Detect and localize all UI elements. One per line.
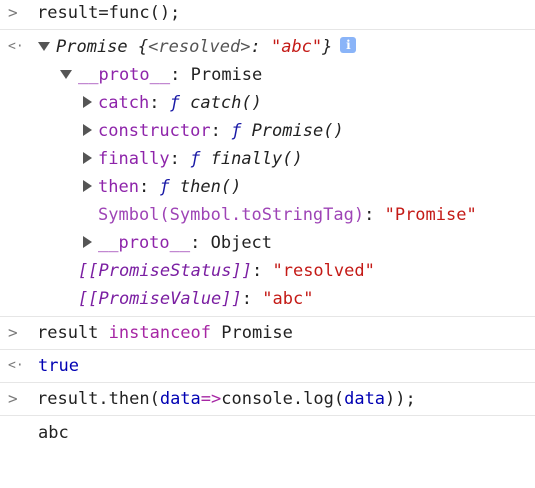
property-value: then() [169, 177, 242, 197]
property-value: Promise [190, 65, 263, 85]
input-code: result=func(); [37, 3, 181, 23]
info-icon[interactable]: i [340, 37, 357, 53]
function-icon: ƒ [169, 93, 180, 113]
collapse-triangle-icon[interactable] [83, 124, 92, 136]
log-output: abc [38, 423, 69, 443]
property-value: "resolved" [272, 261, 375, 281]
function-icon: ƒ [159, 177, 170, 197]
result-value: true [38, 356, 79, 376]
property-value: catch() [179, 93, 262, 113]
expand-triangle-icon[interactable] [38, 41, 50, 51]
input-prompt-icon: > [8, 389, 18, 408]
param: data [344, 389, 386, 409]
separator [0, 316, 535, 317]
property-key: __proto__ [98, 233, 191, 253]
output-prompt-icon: <· [8, 358, 24, 373]
input-prompt-icon: > [8, 3, 18, 22]
input-code: result.then(data=>console.log(data)); [37, 389, 416, 409]
property-key: [[PromiseStatus]] [78, 261, 252, 281]
collapse-triangle-icon[interactable] [83, 180, 92, 192]
property-value: Promise() [241, 121, 344, 141]
property-key: [[PromiseValue]] [78, 289, 242, 309]
arrow-operator: => [200, 389, 222, 409]
promise-state: <resolved> [148, 37, 251, 57]
separator [0, 415, 535, 416]
separator [0, 382, 535, 383]
expand-triangle-icon[interactable] [60, 69, 72, 79]
keyword: instanceof [108, 323, 212, 343]
function-icon: ƒ [190, 149, 201, 169]
property-value: finally() [200, 149, 303, 169]
function-icon: ƒ [231, 121, 242, 141]
property-key: finally [98, 149, 170, 169]
property-key: constructor [98, 121, 211, 141]
output-prompt-icon: <· [8, 39, 24, 54]
promise-label: Promise { [56, 37, 149, 57]
separator [0, 29, 535, 30]
input-code: result instanceof Promise [37, 323, 293, 343]
promise-summary[interactable]: Promise {<resolved>: "abc"} i [38, 36, 357, 58]
property-value: "abc" [262, 289, 314, 309]
property-key: __proto__ [78, 65, 171, 85]
property-key: Symbol(Symbol.toStringTag) [98, 205, 365, 225]
property-value: "Promise" [384, 205, 477, 225]
console-log-line: abc [0, 422, 535, 488]
property-value: Object [210, 233, 273, 253]
property-key: then [98, 177, 139, 197]
devtools-console: > result=func(); <· Promise {<resolved>:… [0, 0, 535, 448]
promise-value: "abc" [270, 37, 323, 57]
collapse-triangle-icon[interactable] [83, 96, 92, 108]
param: data [159, 389, 201, 409]
collapse-triangle-icon[interactable] [83, 152, 92, 164]
property-key: catch [98, 93, 150, 113]
collapse-triangle-icon[interactable] [83, 236, 92, 248]
separator [0, 349, 535, 350]
input-prompt-icon: > [8, 323, 18, 342]
